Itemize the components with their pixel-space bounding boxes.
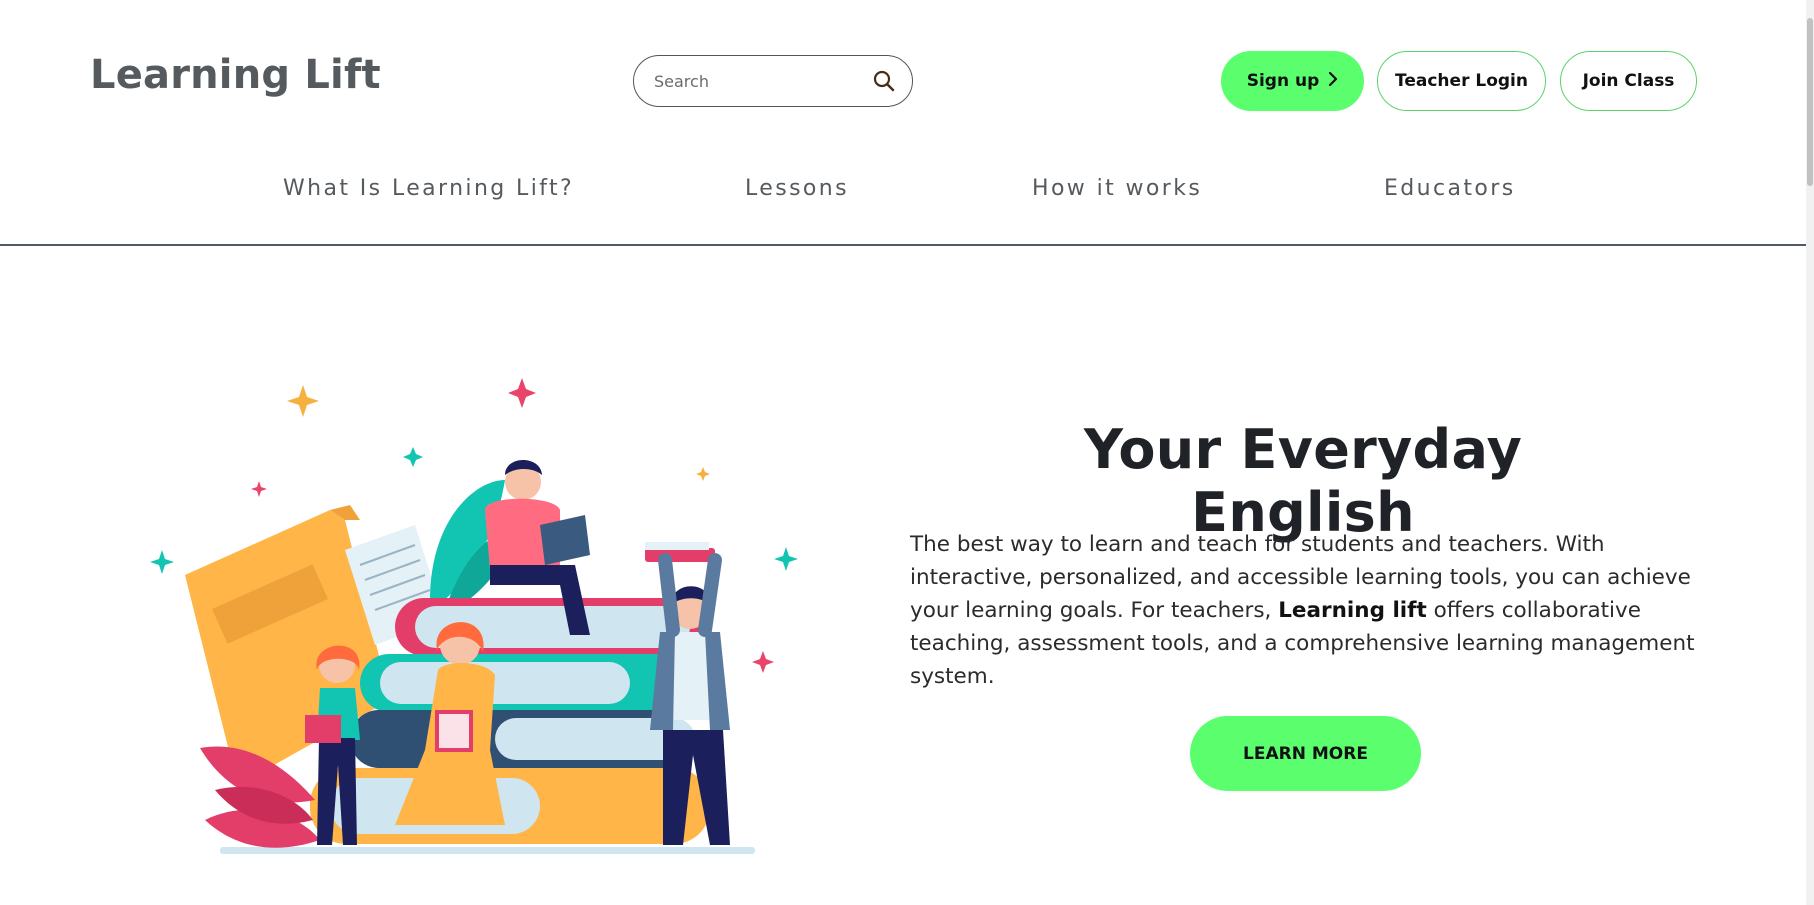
page: Learning Lift Sign up Teacher Login Join…: [0, 0, 1806, 905]
hero-title: Your Everyday English: [1083, 418, 1523, 544]
nav-item-lessons[interactable]: Lessons: [745, 176, 849, 201]
hero-illustration: [150, 378, 798, 854]
join-class-button[interactable]: Join Class: [1560, 51, 1697, 111]
learn-more-button[interactable]: LEARN MORE: [1190, 716, 1421, 791]
hero-description: The best way to learn and teach for stud…: [910, 528, 1710, 693]
signup-button[interactable]: Sign up: [1221, 51, 1364, 111]
scrollbar-thumb[interactable]: [1807, 18, 1813, 186]
brand-logo[interactable]: Learning Lift: [90, 52, 381, 98]
hero-text-brand: Learning lift: [1278, 598, 1427, 623]
teacher-login-button[interactable]: Teacher Login: [1377, 51, 1546, 111]
signup-label: Sign up: [1246, 71, 1320, 91]
search-box[interactable]: [633, 55, 913, 107]
search-input[interactable]: [654, 71, 872, 91]
nav-item-what-is-learning-lift[interactable]: What Is Learning Lift?: [283, 176, 574, 201]
page-scrollbar[interactable]: [1806, 0, 1814, 905]
search-icon[interactable]: [872, 69, 896, 93]
header-divider: [0, 244, 1806, 246]
nav-item-educators[interactable]: Educators: [1384, 176, 1516, 201]
chevron-right-icon: [1328, 71, 1338, 91]
nav-item-how-it-works[interactable]: How it works: [1032, 176, 1202, 201]
